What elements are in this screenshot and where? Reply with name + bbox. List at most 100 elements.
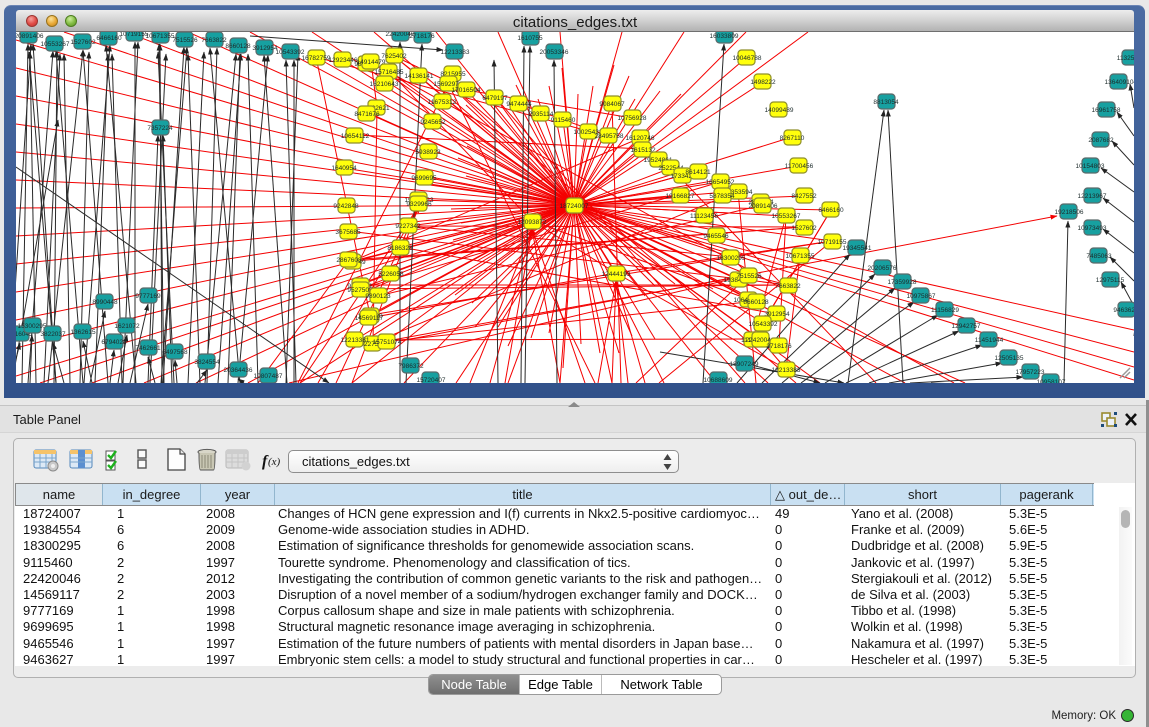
svg-text:9084067: 9084067 [599, 101, 625, 108]
svg-text:6466160: 6466160 [96, 35, 122, 42]
svg-text:6497568: 6497568 [162, 349, 188, 356]
svg-text:18724007: 18724007 [560, 203, 589, 210]
svg-text:8614121: 8614121 [685, 169, 711, 176]
svg-text:6794028: 6794028 [101, 339, 127, 346]
svg-text:20364436: 20364436 [224, 367, 253, 374]
svg-text:12975115: 12975115 [1096, 277, 1125, 284]
svg-text:8660128: 8660128 [743, 299, 769, 306]
svg-text:9777169: 9777169 [135, 293, 161, 300]
svg-text:7357224: 7357224 [147, 125, 173, 132]
svg-text:2087682: 2087682 [1088, 137, 1114, 144]
svg-text:12213383: 12213383 [441, 49, 470, 56]
svg-text:6479197: 6479197 [482, 95, 508, 102]
svg-text:1640954: 1640954 [331, 165, 357, 172]
svg-text:11156829: 11156829 [931, 307, 959, 314]
svg-text:10671355: 10671355 [146, 33, 175, 40]
svg-text:7462661: 7462661 [135, 345, 161, 352]
svg-text:16782759: 16782759 [302, 55, 331, 62]
svg-text:15720407: 15720407 [417, 377, 446, 383]
svg-text:10958107: 10958107 [1037, 379, 1066, 383]
svg-text:10719155: 10719155 [818, 239, 847, 246]
svg-text:20053346: 20053346 [540, 49, 569, 56]
svg-text:9242848: 9242848 [333, 203, 359, 210]
svg-text:19166827: 19166827 [666, 193, 695, 200]
svg-text:3912954: 3912954 [252, 45, 278, 52]
svg-text:9890123: 9890123 [365, 293, 391, 300]
svg-text:10975867: 10975867 [907, 293, 936, 300]
svg-text:16033809: 16033809 [710, 33, 739, 40]
svg-text:12093872: 12093872 [518, 219, 547, 226]
svg-text:10553267: 10553267 [772, 213, 801, 220]
svg-text:20206576: 20206576 [868, 265, 897, 272]
svg-text:17957223: 17957223 [1016, 369, 1045, 376]
svg-text:9329966: 9329966 [406, 201, 432, 208]
svg-text:13640910: 13640910 [1105, 79, 1134, 86]
svg-text:8813054: 8813054 [873, 99, 899, 106]
svg-text:10654112: 10654112 [341, 133, 370, 140]
svg-text:8660128: 8660128 [225, 43, 251, 50]
svg-text:12213383: 12213383 [772, 367, 801, 374]
svg-text:10671355: 10671355 [786, 253, 815, 260]
svg-text:17359928: 17359928 [888, 279, 917, 286]
svg-text:15716485: 15716485 [375, 69, 404, 76]
svg-text:9115460: 9115460 [551, 117, 576, 124]
svg-text:9463627: 9463627 [1113, 307, 1134, 314]
svg-text:9245652: 9245652 [420, 119, 446, 126]
svg-text:10807487: 10807487 [254, 373, 283, 380]
svg-text:28495758: 28495758 [595, 133, 624, 140]
svg-text:14136141: 14136141 [405, 73, 434, 80]
svg-text:16210643: 16210643 [370, 81, 399, 88]
svg-text:8990448: 8990448 [92, 299, 118, 306]
svg-text:2718176: 2718176 [409, 33, 435, 40]
svg-text:20891406: 20891406 [749, 203, 778, 210]
svg-text:8427552: 8427552 [791, 193, 817, 200]
svg-text:7663822: 7663822 [201, 37, 227, 44]
svg-text:9465546: 9465546 [703, 233, 729, 240]
svg-text:10973493: 10973493 [1078, 225, 1107, 232]
svg-text:8471676: 8471676 [354, 111, 380, 118]
svg-text:8186328: 8186328 [387, 245, 413, 252]
svg-text:10719155: 10719155 [120, 32, 149, 38]
svg-text:11123456: 11123456 [690, 213, 718, 220]
svg-text:1498222: 1498222 [750, 79, 776, 86]
svg-text:16120746: 16120746 [626, 135, 655, 142]
svg-text:10543392: 10543392 [749, 321, 778, 328]
svg-text:1527602: 1527602 [791, 225, 817, 232]
svg-text:1362615: 1362615 [70, 329, 96, 336]
svg-text:5878354: 5878354 [709, 193, 735, 200]
svg-text:14569117: 14569117 [355, 315, 384, 322]
svg-text:2718176: 2718176 [766, 343, 792, 350]
svg-text:6466160: 6466160 [818, 207, 844, 214]
svg-text:7515526: 7515526 [172, 37, 198, 44]
svg-text:16961758: 16961758 [1092, 107, 1121, 114]
svg-text:14099489: 14099489 [765, 107, 794, 114]
svg-text:7515526: 7515526 [736, 273, 762, 280]
svg-text:11675312: 11675312 [428, 99, 457, 106]
svg-text:8267110: 8267110 [780, 135, 805, 142]
svg-text:1610755: 1610755 [517, 35, 543, 42]
svg-text:5938923: 5938923 [415, 149, 441, 156]
svg-text:19345541: 19345541 [843, 245, 872, 252]
svg-text:10688609: 10688609 [704, 377, 733, 383]
svg-text:3675685: 3675685 [335, 229, 361, 236]
svg-text:10154803: 10154803 [1076, 163, 1105, 170]
svg-text:10756928: 10756928 [618, 115, 647, 122]
svg-text:12505135: 12505135 [995, 355, 1024, 362]
svg-text:3822037: 3822037 [40, 331, 66, 338]
svg-text:18907249: 18907249 [730, 361, 759, 368]
svg-text:12942757: 12942757 [952, 323, 981, 330]
svg-text:12213381: 12213381 [341, 337, 370, 344]
svg-text:9227342: 9227342 [395, 223, 421, 230]
svg-text:12444193: 12444193 [602, 271, 631, 278]
svg-text:10543392: 10543392 [276, 49, 305, 56]
svg-text:20891406: 20891406 [16, 33, 44, 40]
svg-text:9474444: 9474444 [506, 101, 532, 108]
svg-text:2867608: 2867608 [336, 257, 362, 264]
svg-text:10553267: 10553267 [41, 41, 70, 48]
svg-text:(x): (x) [268, 456, 281, 468]
svg-text:18300295: 18300295 [717, 255, 746, 262]
svg-text:10046788: 10046788 [733, 55, 762, 62]
svg-text:19218506: 19218506 [1055, 209, 1084, 216]
svg-text:11451944: 11451944 [975, 337, 1004, 344]
svg-text:17016504: 17016504 [452, 87, 481, 94]
